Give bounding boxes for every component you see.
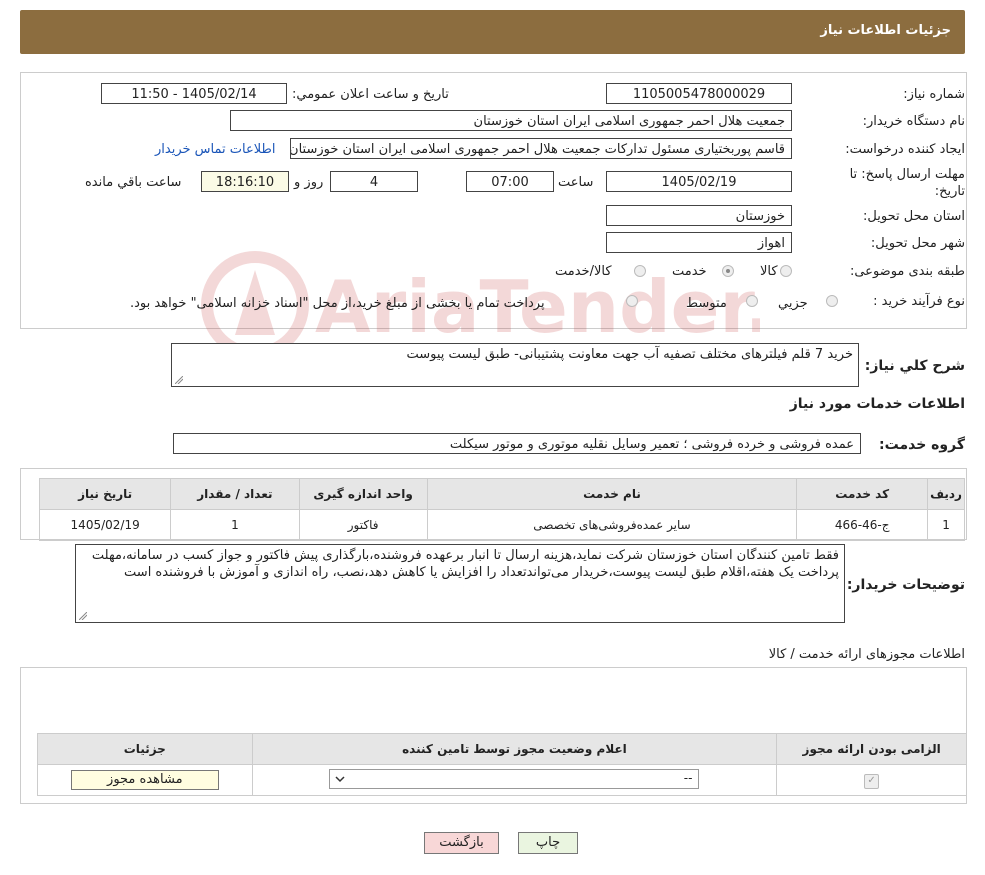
remaining-time-field: 18:16:10	[201, 171, 289, 192]
back-button[interactable]: بازگشت	[424, 832, 499, 854]
category-option-goods: كالا	[760, 264, 778, 279]
category-option-service: خدمت	[672, 264, 707, 279]
summary-label: شرح كلي نياز:	[864, 358, 965, 374]
deadline-time-label: ساعت	[558, 175, 594, 190]
buyer-notes-label: توضيحات خريدار:	[846, 577, 965, 593]
resize-handle-icon[interactable]	[175, 376, 183, 384]
deadline-time-field: 07:00	[466, 171, 554, 192]
permit-required-checkbox[interactable]: ✓	[864, 773, 880, 789]
buyer-notes-text: فقط تامین کنندگان استان خوزستان شرکت نما…	[75, 544, 845, 623]
col-qty: تعداد / مقدار	[170, 478, 300, 510]
buyer-org-field: جمعیت هلال احمر جمهوری اسلامی ایران استا…	[230, 110, 792, 131]
cell-code: ج-46-466	[796, 509, 929, 541]
permit-status-select[interactable]: --	[329, 768, 700, 789]
permits-header-row: الزامی بودن ارائه مجوز اعلام وضعيت مجوز …	[37, 733, 967, 765]
category-radio-goods-service[interactable]	[634, 265, 646, 277]
resize-handle-icon[interactable]	[79, 612, 87, 620]
process-option-minor: جزيي	[778, 296, 808, 311]
remaining-label: ساعت باقي مانده	[85, 175, 182, 190]
deadline-label: مهلت ارسال پاسخ: تا	[849, 167, 965, 182]
summary-text-content: خرید 7 قلم فیلترهای مختلف تصفیه آب جهت م…	[406, 347, 854, 362]
table-row: 1 ج-46-466 سایر عمده‌فروشی‌های تخصصی فاک…	[38, 509, 965, 541]
view-permit-button[interactable]: مشاهده مجوز	[70, 770, 219, 790]
process-label: نوع فرآيند خريد :	[873, 294, 965, 309]
permits-section-title: اطلاعات مجوزهای ارائه خدمت / كالا	[768, 647, 965, 662]
services-header-row: رديف كد خدمت نام خدمت واحد اندازه گيری ت…	[38, 478, 965, 510]
city-field: اهواز	[606, 232, 792, 253]
cell-permit-required: ✓	[776, 764, 967, 796]
services-table: رديف كد خدمت نام خدمت واحد اندازه گيری ت…	[38, 478, 965, 541]
category-option-goods-service: كالا/خدمت	[555, 264, 612, 279]
col-date: تاريخ نياز	[38, 478, 172, 510]
cell-qty: 1	[170, 509, 300, 541]
table-row: ✓ -- مشاهده مجوز	[37, 764, 967, 796]
col-row: رديف	[927, 478, 965, 510]
process-option-medium: متوسط	[686, 296, 727, 311]
need-number-label: شماره نیاز:	[903, 87, 965, 102]
services-section-title: اطلاعات خدمات مورد نياز	[789, 396, 965, 412]
province-label: استان محل تحويل:	[863, 209, 965, 224]
col-unit: واحد اندازه گيری	[298, 478, 428, 510]
cell-permit-details: مشاهده مجوز	[37, 764, 253, 796]
days-label: روز و	[294, 175, 324, 190]
cell-name: سایر عمده‌فروشی‌های تخصصی	[426, 509, 798, 541]
category-radio-service[interactable]	[722, 265, 734, 277]
creator-label: ايجاد كننده درخواست:	[845, 142, 965, 157]
need-number-field: 1105005478000029	[606, 83, 792, 104]
page-title: جزئیات اطلاعات نیاز	[820, 23, 951, 38]
process-note: پرداخت تمام يا بخشی از مبلغ خريد،از محل …	[130, 296, 545, 311]
announce-field: 1405/02/14 - 11:50	[101, 83, 287, 104]
buyer-org-label: نام دستگاه خريدار:	[862, 114, 965, 129]
chevron-down-icon	[335, 775, 345, 782]
summary-text: خرید 7 قلم فیلترهای مختلف تصفیه آب جهت م…	[171, 343, 859, 387]
page-header: جزئیات اطلاعات نیاز	[20, 10, 965, 54]
deadline-label-date: تاريخ:	[934, 184, 965, 199]
col-permit-details: جزئيات	[37, 733, 253, 765]
city-label: شهر محل تحويل:	[870, 236, 965, 251]
announce-label: تاریخ و ساعت اعلان عمومي:	[292, 87, 449, 102]
category-radio-goods[interactable]	[780, 265, 792, 277]
cell-unit: فاکتور	[298, 509, 428, 541]
deadline-date-field: 1405/02/19	[606, 171, 792, 192]
process-radio-medium[interactable]	[746, 295, 758, 307]
col-code: كد خدمت	[796, 478, 929, 510]
category-label: طبقه بندی موضوعی:	[849, 264, 965, 279]
buyer-notes-content: فقط تامین کنندگان استان خوزستان شرکت نما…	[91, 548, 839, 580]
permit-status-value: --	[683, 770, 693, 785]
col-permit-required: الزامی بودن ارائه مجوز	[776, 733, 967, 765]
col-permit-status: اعلام وضعيت مجوز توسط تامين كننده	[251, 733, 778, 765]
cell-row: 1	[927, 509, 965, 541]
col-name: نام خدمت	[426, 478, 798, 510]
creator-field: قاسم پوربختیاری مسئول تدارکات جمعیت هلال…	[290, 138, 792, 159]
permits-table: الزامی بودن ارائه مجوز اعلام وضعيت مجوز …	[37, 733, 967, 796]
cell-permit-status: --	[251, 764, 778, 796]
buyer-contact-link[interactable]: اطلاعات تماس خريدار	[155, 142, 275, 157]
service-group-field: عمده فروشی و خرده فروشی ؛ تعمیر وسایل نق…	[173, 433, 861, 454]
treasury-checkbox[interactable]	[626, 295, 638, 307]
days-field: 4	[330, 171, 418, 192]
print-button[interactable]: چاپ	[518, 832, 578, 854]
cell-date: 1405/02/19	[38, 509, 172, 541]
process-radio-minor[interactable]	[826, 295, 838, 307]
service-group-label: گروه خدمت:	[879, 437, 965, 453]
province-field: خوزستان	[606, 205, 792, 226]
